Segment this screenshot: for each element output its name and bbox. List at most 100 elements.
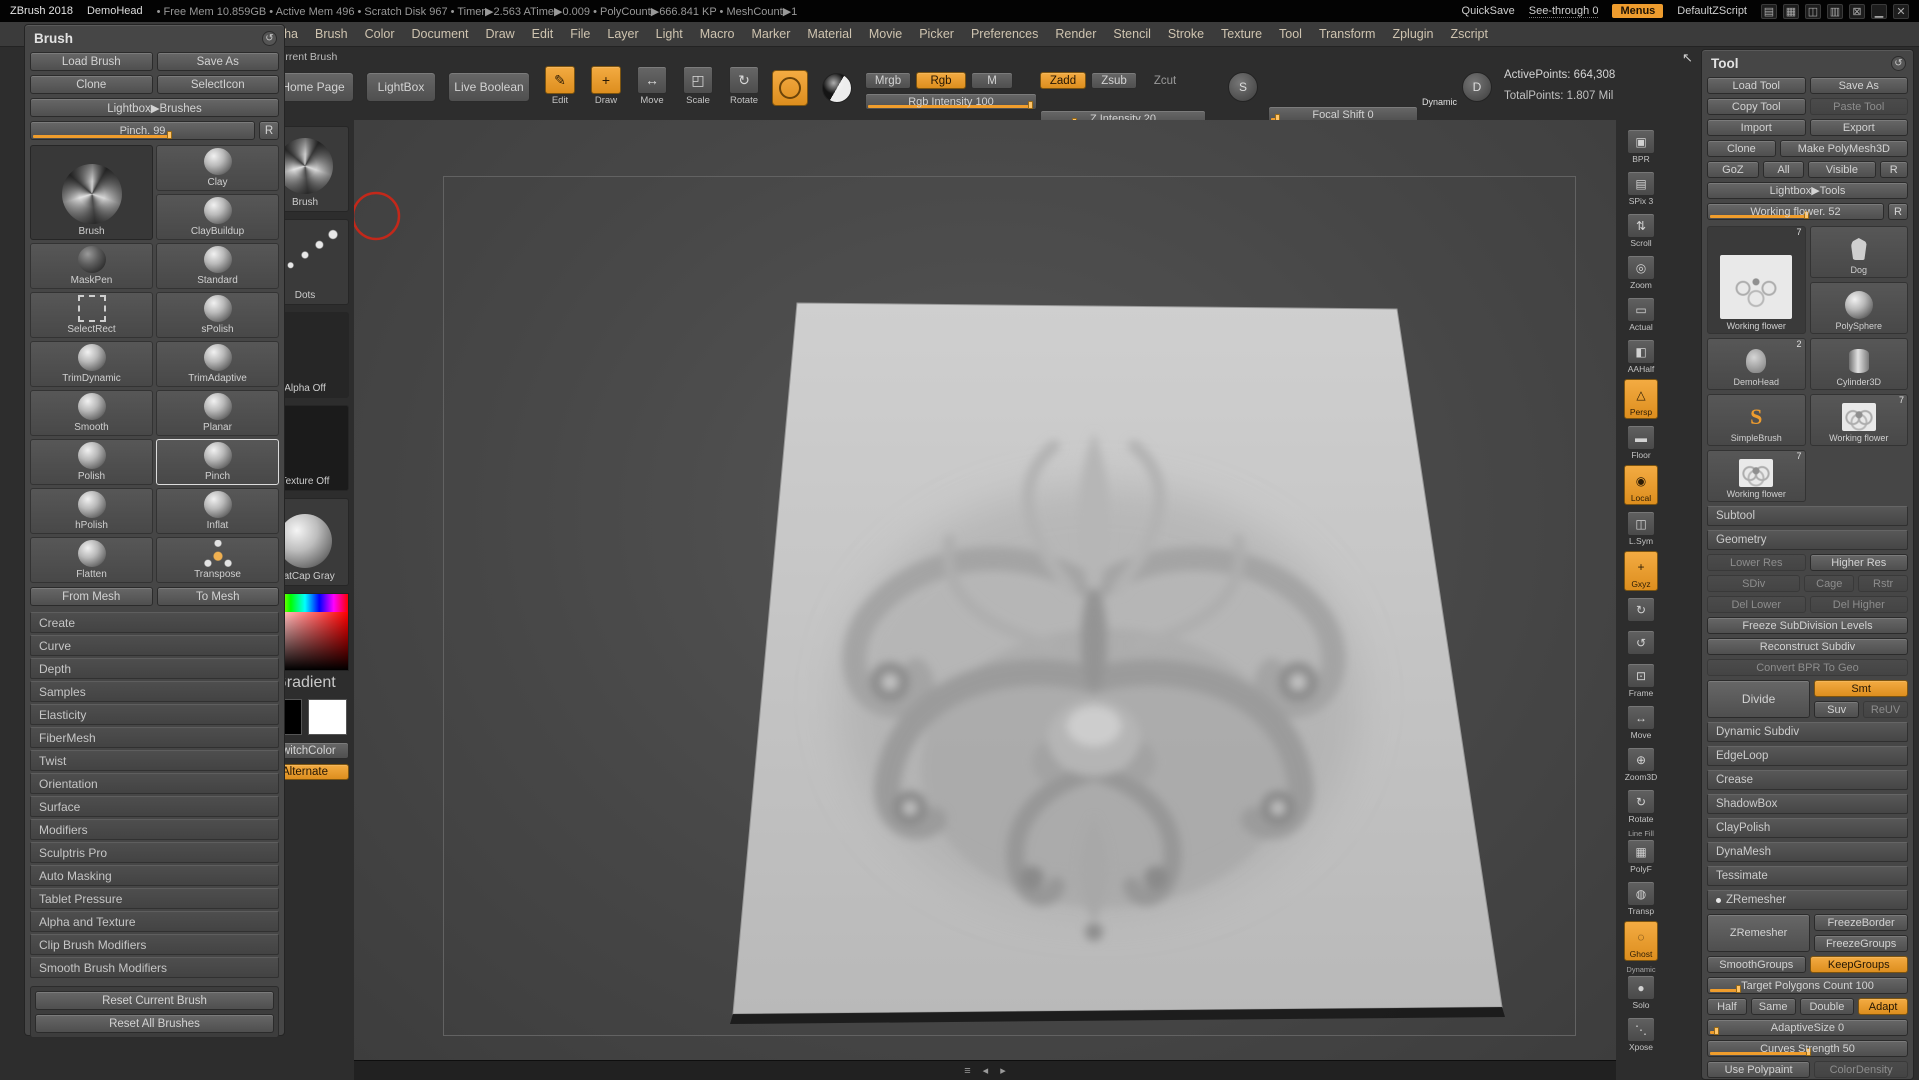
focal-shift-icon[interactable]: S bbox=[1228, 72, 1258, 102]
brush-item[interactable]: Planar bbox=[156, 390, 279, 436]
brush-section-header[interactable]: Curve bbox=[30, 635, 279, 656]
divider-right-arrow-icon[interactable]: ▸ bbox=[1000, 1064, 1006, 1077]
divide-button[interactable]: Divide bbox=[1707, 680, 1810, 718]
brush-section-header[interactable]: Surface bbox=[30, 796, 279, 817]
keep-groups-button[interactable]: KeepGroups bbox=[1810, 956, 1909, 973]
tool-item[interactable]: 7 Working flower bbox=[1810, 394, 1909, 446]
tool-item[interactable]: SimpleBrush bbox=[1707, 394, 1806, 446]
shelf-toggle[interactable]: ◌ Ghost bbox=[1624, 921, 1658, 961]
shelf-toggle[interactable]: ◧ AAHalf bbox=[1625, 337, 1657, 375]
layout-single-icon[interactable]: ▤ bbox=[1761, 4, 1777, 19]
menu-item[interactable]: Layer bbox=[599, 24, 646, 44]
save-as-tool-button[interactable]: Save As bbox=[1810, 77, 1909, 94]
tool-item[interactable]: 7 Working flower bbox=[1707, 450, 1806, 502]
shelf-toggle[interactable]: Dynamic ● Solo bbox=[1624, 965, 1657, 1011]
freeze-groups-button[interactable]: FreezeGroups bbox=[1814, 935, 1908, 952]
brush-section-header[interactable]: Smooth Brush Modifiers bbox=[30, 957, 279, 978]
edit-mode-button[interactable]: ✎ Edit bbox=[540, 66, 580, 106]
geometry-subsection-header[interactable]: ClayPolish bbox=[1707, 818, 1908, 838]
reconstruct-subdiv-button[interactable]: Reconstruct Subdiv bbox=[1707, 638, 1908, 655]
make-polymesh3d-button[interactable]: Make PolyMesh3D bbox=[1780, 140, 1908, 157]
brush-item[interactable]: MaskPen bbox=[30, 243, 153, 289]
sculpt-document[interactable] bbox=[354, 120, 1616, 1060]
quicksave-button[interactable]: QuickSave bbox=[1462, 5, 1515, 17]
menu-item[interactable]: Document bbox=[404, 24, 477, 44]
close-icon[interactable]: ✕ bbox=[1893, 4, 1909, 19]
m-button[interactable]: M bbox=[971, 72, 1013, 89]
tool-item[interactable]: PolySphere bbox=[1810, 282, 1909, 334]
subtool-section-header[interactable]: Subtool bbox=[1707, 506, 1908, 526]
brush-section-header[interactable]: Samples bbox=[30, 681, 279, 702]
tray-divider[interactable]: ≡ ◂ ▸ bbox=[354, 1060, 1616, 1080]
freeze-subdivision-button[interactable]: Freeze SubDivision Levels bbox=[1707, 617, 1908, 634]
reset-all-brushes-button[interactable]: Reset All Brushes bbox=[35, 1014, 274, 1033]
brush-item[interactable]: Standard bbox=[156, 243, 279, 289]
brush-section-header[interactable]: Sculptris Pro bbox=[30, 842, 279, 863]
brush-icon-index-slider[interactable]: Pinch. 99 bbox=[30, 121, 255, 140]
divider-left-arrow-icon[interactable]: ◂ bbox=[983, 1064, 989, 1077]
minimize-icon[interactable]: ▁ bbox=[1871, 4, 1887, 19]
brush-section-header[interactable]: Depth bbox=[30, 658, 279, 679]
clone-tool-button[interactable]: Clone bbox=[1707, 140, 1776, 157]
adapt-button[interactable]: Adapt bbox=[1858, 998, 1908, 1015]
select-icon-button[interactable]: SelectIcon bbox=[157, 75, 280, 94]
clone-brush-button[interactable]: Clone bbox=[30, 75, 153, 94]
geometry-subsection-header[interactable]: ShadowBox bbox=[1707, 794, 1908, 814]
layout-grid-icon[interactable]: ▦ bbox=[1783, 4, 1799, 19]
higher-res-button[interactable]: Higher Res bbox=[1810, 554, 1909, 571]
shelf-toggle[interactable]: ◍ Transp bbox=[1625, 879, 1657, 917]
convert-bpr-button[interactable]: Convert BPR To Geo bbox=[1707, 659, 1908, 676]
brush-section-header[interactable]: Orientation bbox=[30, 773, 279, 794]
adaptive-size-slider[interactable]: AdaptiveSize 0 bbox=[1707, 1019, 1908, 1036]
sculptris-pro-button[interactable] bbox=[772, 70, 808, 106]
tool-palette-arrow-icon[interactable]: ↖ bbox=[1682, 50, 1693, 66]
load-brush-button[interactable]: Load Brush bbox=[30, 52, 153, 71]
layout-rows-icon[interactable]: ▥ bbox=[1827, 4, 1843, 19]
geometry-subsection-header[interactable]: Tessimate bbox=[1707, 866, 1908, 886]
menu-item[interactable]: Material bbox=[799, 24, 859, 44]
rgb-intensity-slider[interactable]: Rgb Intensity 100 bbox=[865, 93, 1037, 110]
brush-item[interactable]: sPolish bbox=[156, 292, 279, 338]
menu-item[interactable]: Texture bbox=[1213, 24, 1270, 44]
shelf-toggle[interactable]: ◎ Zoom bbox=[1625, 253, 1657, 291]
brush-item[interactable]: Flatten bbox=[30, 537, 153, 583]
lock-icon[interactable]: ⊠ bbox=[1849, 4, 1865, 19]
color-density-button[interactable]: ColorDensity bbox=[1814, 1061, 1908, 1078]
copy-tool-button[interactable]: Copy Tool bbox=[1707, 98, 1806, 115]
brush-item[interactable]: Clay bbox=[156, 145, 279, 191]
reset-current-brush-button[interactable]: Reset Current Brush bbox=[35, 991, 274, 1010]
double-button[interactable]: Double bbox=[1800, 998, 1855, 1015]
cage-button[interactable]: Cage bbox=[1804, 575, 1854, 592]
scale-mode-button[interactable]: ◰ Scale bbox=[678, 66, 718, 106]
palette-restore-icon[interactable]: ↺ bbox=[262, 31, 277, 46]
menu-item[interactable]: Tool bbox=[1271, 24, 1310, 44]
geometry-subsection-header[interactable]: DynaMesh bbox=[1707, 842, 1908, 862]
shelf-toggle[interactable]: ⇅ Scroll bbox=[1625, 211, 1657, 249]
tool-item[interactable]: Cylinder3D bbox=[1810, 338, 1909, 390]
goz-button[interactable]: GoZ bbox=[1707, 161, 1759, 178]
brush-section-header[interactable]: Clip Brush Modifiers bbox=[30, 934, 279, 955]
curves-strength-slider[interactable]: Curves Strength 50 bbox=[1707, 1040, 1908, 1057]
menu-item[interactable]: Preferences bbox=[963, 24, 1046, 44]
menu-item[interactable]: Transform bbox=[1311, 24, 1384, 44]
document-canvas[interactable] bbox=[354, 120, 1616, 1060]
smt-button[interactable]: Smt bbox=[1814, 680, 1908, 697]
tool-item-current[interactable]: 7 Working flower bbox=[1707, 226, 1806, 334]
lower-res-button[interactable]: Lower Res bbox=[1707, 554, 1806, 571]
shelf-toggle[interactable]: ⊕ Zoom3D bbox=[1623, 745, 1660, 783]
menu-item[interactable]: Render bbox=[1047, 24, 1104, 44]
shelf-toggle[interactable]: + Gxyz bbox=[1624, 551, 1658, 591]
layout-split-icon[interactable]: ◫ bbox=[1805, 4, 1821, 19]
brush-r-button[interactable]: R bbox=[259, 121, 279, 140]
zremesher-section-header[interactable]: ZRemesher bbox=[1707, 890, 1908, 910]
from-mesh-button[interactable]: From Mesh bbox=[30, 587, 153, 606]
zadd-button[interactable]: Zadd bbox=[1040, 72, 1086, 89]
brush-item[interactable]: Smooth bbox=[30, 390, 153, 436]
brush-section-header[interactable]: Create bbox=[30, 612, 279, 633]
menu-item[interactable]: Edit bbox=[524, 24, 562, 44]
mrgb-button[interactable]: Mrgb bbox=[865, 72, 911, 89]
menu-item[interactable]: Color bbox=[357, 24, 403, 44]
to-mesh-button[interactable]: To Mesh bbox=[157, 587, 280, 606]
brush-item[interactable]: TrimAdaptive bbox=[156, 341, 279, 387]
zcut-button[interactable]: Zcut bbox=[1142, 72, 1188, 89]
